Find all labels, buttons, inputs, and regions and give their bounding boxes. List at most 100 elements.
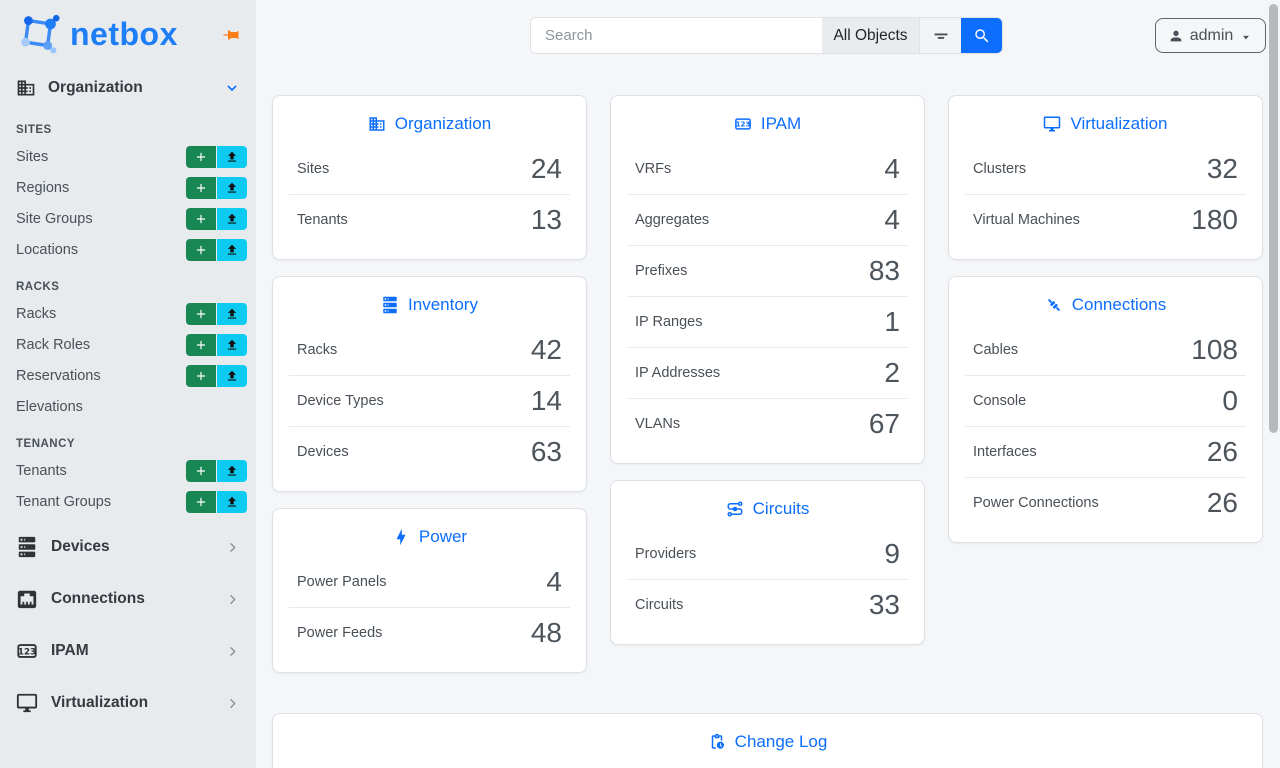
sidebar-link[interactable]: Sites [16, 149, 48, 165]
sidebar-menu-organization[interactable]: Organization [0, 68, 256, 108]
stat-value: 26 [1207, 438, 1238, 466]
sidebar-link[interactable]: Regions [16, 180, 69, 196]
stat-row-providers[interactable]: Providers9 [611, 529, 924, 579]
stat-row-interfaces[interactable]: Interfaces26 [949, 427, 1262, 477]
sidebar-menu-devices[interactable]: Devices [0, 521, 256, 573]
sidebar-link[interactable]: Rack Roles [16, 337, 90, 353]
import-button[interactable] [217, 146, 247, 168]
pin-sidebar-icon[interactable] [222, 26, 240, 44]
import-button[interactable] [217, 303, 247, 325]
stat-row-circuits[interactable]: Circuits33 [611, 580, 924, 630]
search-button[interactable] [961, 18, 1002, 53]
add-button[interactable] [186, 239, 216, 261]
sidebar-menu-connections[interactable]: Connections [0, 573, 256, 625]
stat-value: 13 [531, 206, 562, 234]
card-virtualization: Virtualization Clusters32 Virtual Machin… [948, 95, 1263, 260]
stat-label: Power Panels [297, 574, 386, 590]
add-button[interactable] [186, 208, 216, 230]
sidebar-link[interactable]: Locations [16, 242, 78, 258]
add-button[interactable] [186, 491, 216, 513]
stat-row-console[interactable]: Console0 [949, 376, 1262, 426]
card-title-text: Inventory [408, 295, 478, 315]
stat-row-aggregates[interactable]: Aggregates4 [611, 195, 924, 245]
ethernet-port-icon [16, 588, 38, 610]
stat-value: 2 [884, 359, 900, 387]
sidebar-link[interactable]: Tenants [16, 463, 67, 479]
card-change-log-title[interactable]: Change Log [273, 714, 1262, 762]
import-button[interactable] [217, 365, 247, 387]
sidebar-link[interactable]: Elevations [16, 399, 83, 415]
import-button[interactable] [217, 460, 247, 482]
sidebar-link[interactable]: Site Groups [16, 211, 93, 227]
search-scope-select[interactable]: All Objects [822, 18, 919, 53]
card-power-title[interactable]: Power [273, 509, 586, 557]
stat-row-cables[interactable]: Cables108 [949, 325, 1262, 375]
card-title-text: Connections [1072, 295, 1167, 315]
add-button[interactable] [186, 146, 216, 168]
stat-row-clusters[interactable]: Clusters32 [949, 144, 1262, 194]
counter-icon [16, 640, 38, 662]
scrollbar-thumb[interactable] [1269, 4, 1278, 433]
search-input[interactable] [531, 18, 822, 53]
add-button[interactable] [186, 334, 216, 356]
import-button[interactable] [217, 334, 247, 356]
card-organization-title[interactable]: Organization [273, 96, 586, 144]
add-button[interactable] [186, 365, 216, 387]
card-ipam: IPAM VRFs4 Aggregates4 Prefixes83 IP Ran… [610, 95, 925, 464]
card-ipam-title[interactable]: IPAM [611, 96, 924, 144]
stat-value: 67 [869, 410, 900, 438]
sidebar-item-tenants: Tenants [0, 455, 256, 486]
import-button[interactable] [217, 208, 247, 230]
card-virtualization-title[interactable]: Virtualization [949, 96, 1262, 144]
sidebar-menu-virtualization[interactable]: Virtualization [0, 677, 256, 729]
chevron-right-icon [225, 540, 240, 555]
import-button[interactable] [217, 177, 247, 199]
stat-row-sites[interactable]: Sites24 [273, 144, 586, 194]
building-icon [368, 115, 386, 133]
stat-value: 42 [531, 336, 562, 364]
stat-row-device-types[interactable]: Device Types 14 [273, 376, 586, 426]
stat-label: Racks [297, 342, 337, 358]
stat-row-power-panels[interactable]: Power Panels4 [273, 557, 586, 607]
brand[interactable]: netbox [0, 0, 256, 60]
import-button[interactable] [217, 491, 247, 513]
filter-button[interactable] [919, 18, 961, 53]
stat-label: Device Types [297, 393, 384, 409]
transit-connection-icon [726, 500, 744, 518]
stat-row-ip-ranges[interactable]: IP Ranges1 [611, 297, 924, 347]
stat-row-vlans[interactable]: VLANs67 [611, 399, 924, 449]
user-menu-button[interactable]: admin [1155, 18, 1266, 53]
stat-row-virtual-machines[interactable]: Virtual Machines180 [949, 195, 1262, 245]
card-circuits-title[interactable]: Circuits [611, 481, 924, 529]
import-button[interactable] [217, 239, 247, 261]
add-button[interactable] [186, 303, 216, 325]
sidebar-item-tenant-groups: Tenant Groups [0, 486, 256, 517]
stat-row-ip-addresses[interactable]: IP Addresses2 [611, 348, 924, 398]
add-button[interactable] [186, 460, 216, 482]
stat-row-power-connections[interactable]: Power Connections26 [949, 478, 1262, 528]
stat-row-racks[interactable]: Racks 42 [273, 325, 586, 375]
card-inventory: Inventory Racks 42 Device Types 14 Devices… [272, 276, 587, 492]
card-circuits: Circuits Providers9 Circuits33 [610, 480, 925, 645]
sidebar-link[interactable]: Reservations [16, 368, 101, 384]
stat-row-prefixes[interactable]: Prefixes83 [611, 246, 924, 296]
sidebar-item-sites: Sites [0, 141, 256, 172]
stat-row-tenants[interactable]: Tenants 13 [273, 195, 586, 245]
sidebar-item-locations: Locations [0, 234, 256, 265]
stat-label: Power Feeds [297, 625, 382, 641]
sidebar-link[interactable]: Tenant Groups [16, 494, 111, 510]
stat-label: Console [973, 393, 1026, 409]
stat-value: 14 [531, 387, 562, 415]
sidebar-link[interactable]: Racks [16, 306, 56, 322]
stat-row-vrfs[interactable]: VRFs4 [611, 144, 924, 194]
card-connections-title[interactable]: Connections [949, 277, 1262, 325]
stat-label: Tenants [297, 212, 348, 228]
stat-row-power-feeds[interactable]: Power Feeds48 [273, 608, 586, 658]
stat-row-devices[interactable]: Devices63 [273, 427, 586, 477]
stat-label: Cables [973, 342, 1018, 358]
sidebar-item-regions: Regions [0, 172, 256, 203]
stat-label: Circuits [635, 597, 683, 613]
sidebar-menu-ipam[interactable]: IPAM [0, 625, 256, 677]
card-inventory-title[interactable]: Inventory [273, 277, 586, 325]
add-button[interactable] [186, 177, 216, 199]
